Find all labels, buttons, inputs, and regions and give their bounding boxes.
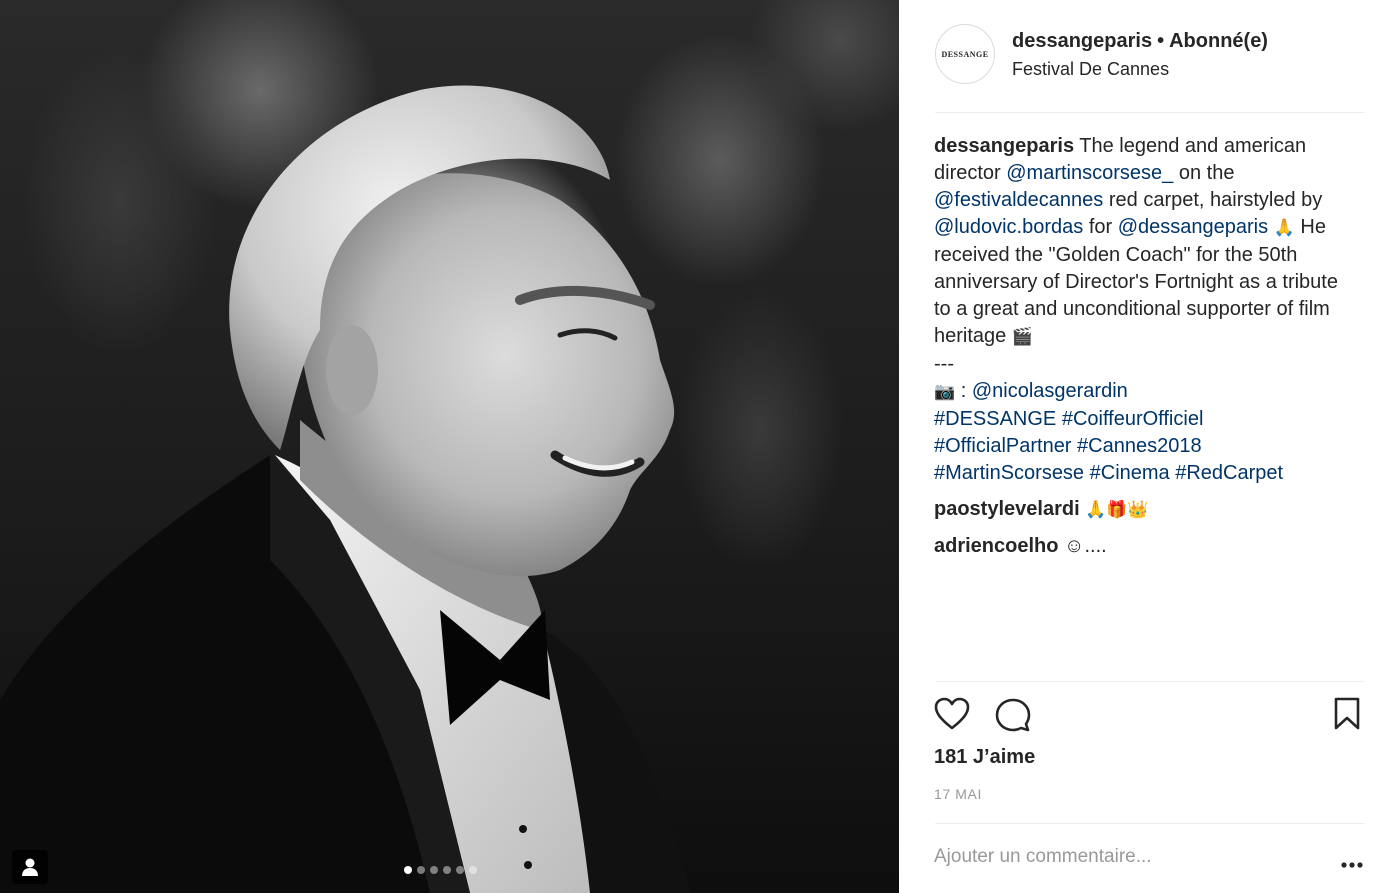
caption-username[interactable]: dessangeparis (934, 135, 1074, 157)
person-icon (22, 858, 38, 876)
mention-link[interactable]: @nicolasgerardin (972, 380, 1128, 402)
username-link[interactable]: dessangeparis (1012, 30, 1152, 52)
mention-link[interactable]: @festivaldecannes (934, 189, 1103, 211)
comment-text: 🙏🎁👑 (1079, 500, 1149, 520)
avatar[interactable]: DESSANGE (935, 24, 995, 84)
caption-text: He (1294, 216, 1326, 238)
carousel-dot[interactable] (469, 866, 477, 874)
clapper-board-emoji: 🎬 (1011, 327, 1034, 347)
hashtag-link[interactable]: #Cannes2018 (1077, 435, 1202, 457)
caption-text: anniversary of Director's Fortnight as a… (934, 271, 1338, 293)
caption-text: to a great and unconditional supporter o… (934, 298, 1330, 320)
header-title-line: dessangeparis • Abonné(e) (1012, 30, 1268, 53)
header-divider (935, 112, 1365, 113)
like-button[interactable] (934, 697, 970, 736)
comment-item: paostylevelardi 🙏🎁👑 (934, 496, 1370, 524)
mention-link[interactable]: @martinscorsese_ (1006, 162, 1173, 184)
more-options-icon (1341, 862, 1363, 868)
tagged-users-button[interactable] (12, 850, 48, 884)
caption-text: red carpet, hairstyled by (1103, 189, 1323, 211)
more-options-button[interactable] (1340, 856, 1364, 868)
caption-text: received the "Golden Coach" for the 50th (934, 244, 1298, 266)
caption-text: on the (1173, 162, 1235, 184)
hashtag-link[interactable]: #MartinScorsese (934, 462, 1084, 484)
comment-bubble-icon (995, 698, 1031, 732)
comment-username[interactable]: paostylevelardi (934, 498, 1080, 520)
post-actions (934, 697, 1366, 735)
comment-button[interactable] (995, 697, 1031, 738)
comments-section: dessangeparis The legend and american di… (934, 133, 1370, 560)
comment-item: adriencoelho ☺.... (934, 533, 1370, 560)
carousel-dot[interactable] (430, 866, 438, 874)
dessange-logo-icon: DESSANGE (941, 49, 989, 59)
carousel-indicator (404, 866, 477, 874)
follow-status-button[interactable]: Abonné(e) (1169, 30, 1268, 52)
header-separator: • (1157, 30, 1165, 52)
location-link[interactable]: Festival De Cannes (1012, 59, 1169, 80)
caption-text: director (934, 162, 1007, 184)
post-side-panel: DESSANGE dessangeparis • Abonné(e) Festiva… (899, 0, 1398, 893)
comment-username[interactable]: adriencoelho (934, 535, 1058, 557)
hashtag-link[interactable]: #OfficialPartner (934, 435, 1071, 457)
caption: dessangeparis The legend and american di… (934, 133, 1370, 487)
comment-divider (935, 823, 1365, 824)
post-photo[interactable] (0, 0, 899, 893)
hashtag-link[interactable]: #DESSANGE (934, 408, 1056, 430)
post-header: DESSANGE dessangeparis • Abonné(e) Festiva… (935, 24, 1365, 86)
add-comment-input[interactable] (934, 845, 1234, 869)
mention-link[interactable]: @dessangeparis (1118, 216, 1268, 238)
carousel-dot[interactable] (404, 866, 412, 874)
carousel-dot[interactable] (417, 866, 425, 874)
bookmark-icon (1334, 697, 1360, 730)
hashtag-link[interactable]: #CoiffeurOfficiel (1062, 408, 1204, 430)
caption-text: : (955, 380, 972, 402)
portrait-illustration (0, 85, 690, 893)
camera-emoji: 📷 (934, 382, 956, 402)
actions-divider (935, 681, 1365, 682)
instagram-post: DESSANGE dessangeparis • Abonné(e) Festiva… (0, 0, 1398, 893)
hashtag-link[interactable]: #Cinema (1090, 462, 1170, 484)
caption-separator: --- (934, 353, 954, 375)
carousel-dot[interactable] (443, 866, 451, 874)
carousel-dot[interactable] (456, 866, 464, 874)
caption-text: The legend and american (1074, 135, 1307, 157)
likes-count[interactable]: 181 J’aime (934, 746, 1035, 769)
comment-text: ☺.... (1058, 535, 1107, 557)
save-button[interactable] (1333, 697, 1361, 736)
post-date[interactable]: 17 MAI (934, 786, 982, 802)
caption-text: for (1083, 216, 1118, 238)
mention-link[interactable]: @ludovic.bordas (934, 216, 1083, 238)
praying-hands-emoji: 🙏 (1273, 218, 1295, 238)
caption-text: heritage (934, 325, 1012, 347)
hashtag-link[interactable]: #RedCarpet (1175, 462, 1283, 484)
heart-icon (934, 697, 970, 730)
